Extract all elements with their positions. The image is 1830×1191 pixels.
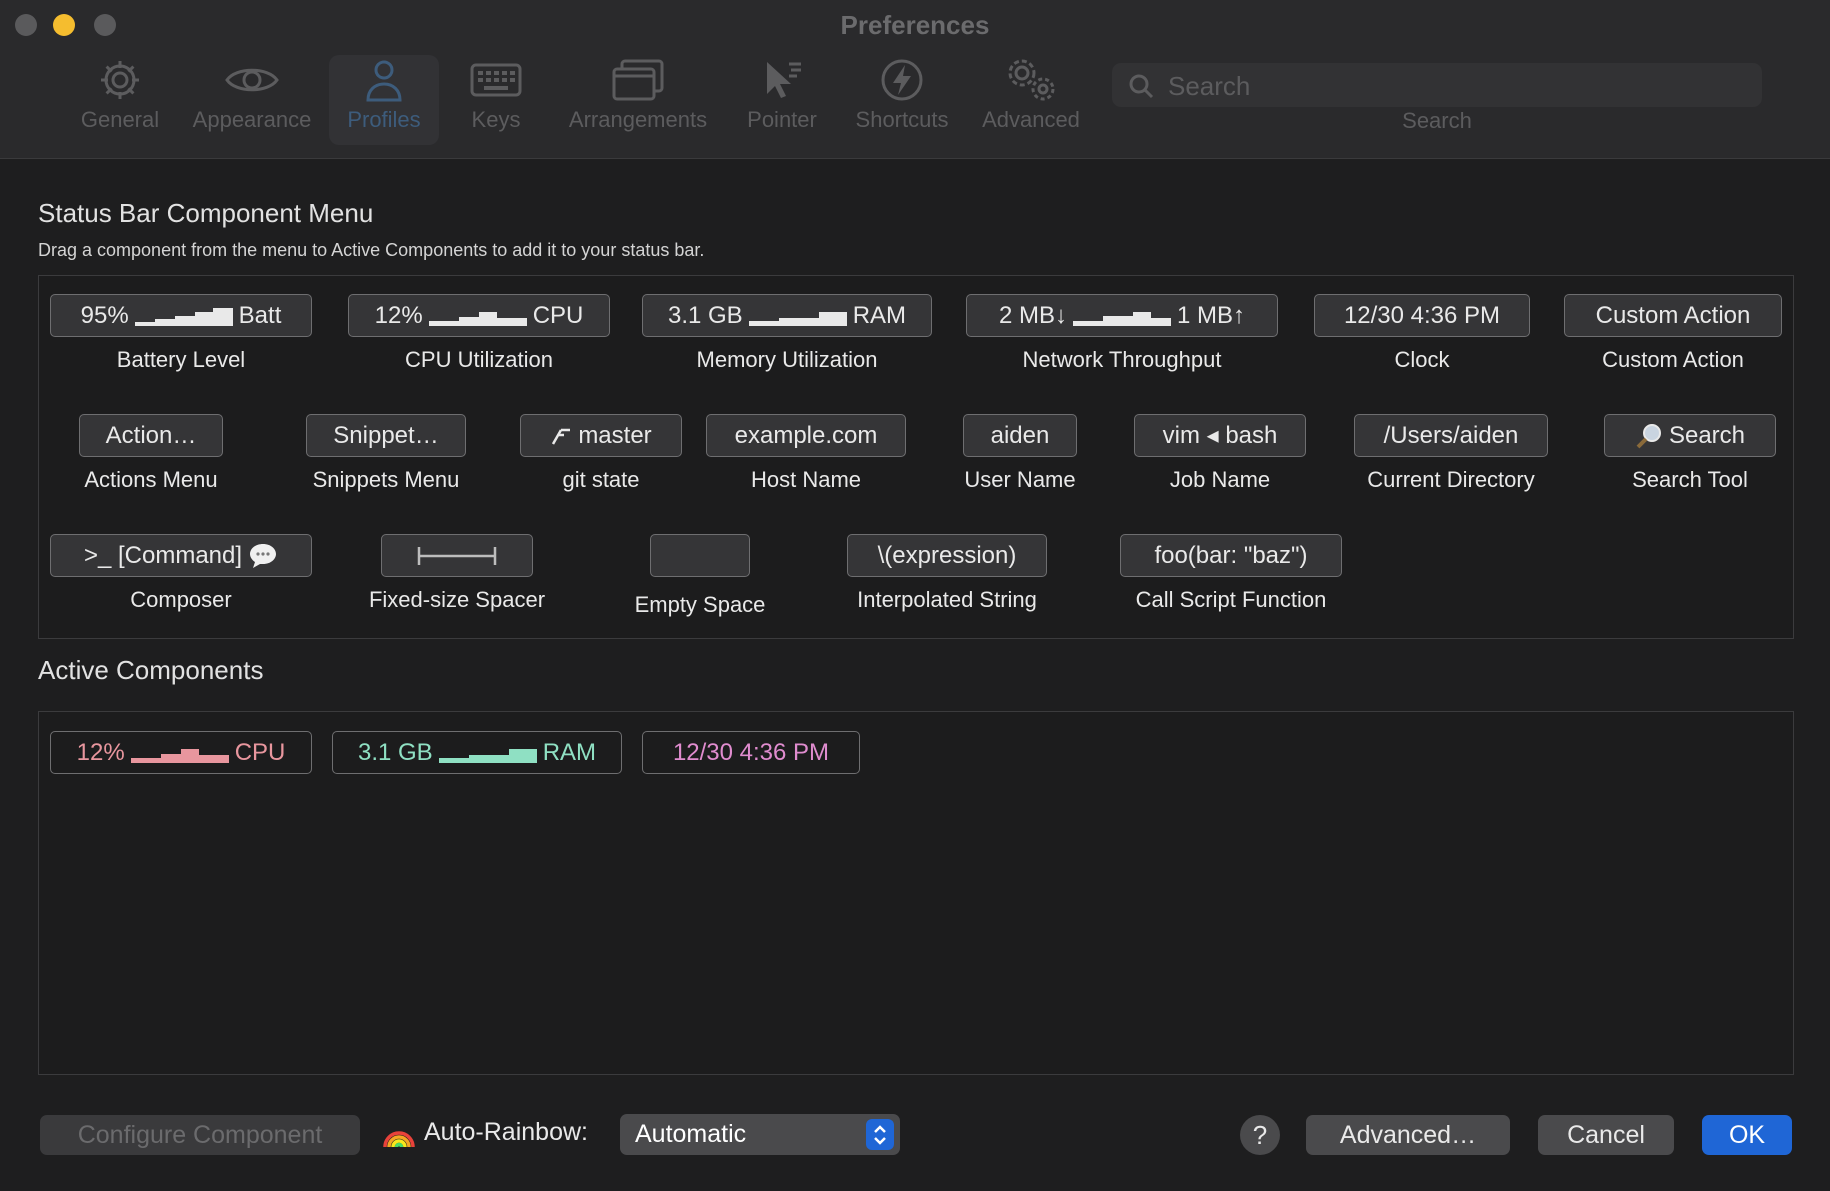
- active-component-ram[interactable]: 3.1 GB RAM: [332, 731, 622, 774]
- git-branch-icon: [552, 428, 571, 445]
- gear-icon: [68, 55, 172, 105]
- toolbar-item-arrangements[interactable]: Arrangements: [562, 55, 714, 145]
- select-chevrons-icon: [866, 1119, 894, 1150]
- component-job-name[interactable]: vim ◂ bash Job Name: [1134, 414, 1306, 493]
- memory-sparkline-icon: [438, 748, 537, 763]
- window-title: Preferences: [840, 10, 990, 40]
- battery-sparkline-icon: [134, 307, 233, 326]
- configure-component-button[interactable]: Configure Component: [40, 1115, 360, 1155]
- cpu-sparkline-icon: [130, 748, 229, 763]
- component-network-throughput[interactable]: 2 MB↓ 1 MB↑ Network Throughput: [966, 294, 1278, 373]
- component-memory-utilization[interactable]: 3.1 GB RAM Memory Utilization: [642, 294, 932, 373]
- toolbar-item-profiles[interactable]: Profiles: [329, 55, 439, 145]
- auto-rainbow-label: Auto-Rainbow:: [382, 1117, 588, 1147]
- active-component-clock[interactable]: 12/30 4:36 PM: [642, 731, 860, 774]
- toolbar-item-appearance[interactable]: Appearance: [186, 55, 318, 145]
- active-section-title: Active Components: [38, 655, 264, 685]
- component-host-name[interactable]: example.com Host Name: [706, 414, 906, 493]
- memory-sparkline-icon: [748, 311, 847, 326]
- menu-section-description: Drag a component from the menu to Active…: [38, 240, 705, 260]
- lightning-icon: [846, 55, 958, 105]
- active-component-cpu[interactable]: 12% CPU: [50, 731, 312, 774]
- component-search-tool[interactable]: Search Search Tool: [1598, 414, 1782, 493]
- component-call-script-function[interactable]: foo(bar: "baz") Call Script Function: [1120, 534, 1342, 613]
- search-icon: [1128, 73, 1154, 104]
- toolbar-item-advanced[interactable]: Advanced: [976, 55, 1086, 145]
- component-battery-level[interactable]: 95% Batt Battery Level: [50, 294, 312, 373]
- menu-section-title: Status Bar Component Menu: [38, 198, 374, 228]
- rainbow-icon: [383, 1131, 415, 1147]
- cursor-icon: [740, 55, 824, 105]
- component-user-name[interactable]: aiden User Name: [950, 414, 1090, 493]
- component-snippets-menu[interactable]: Snippet… Snippets Menu: [300, 414, 472, 493]
- magnifier-icon: [1636, 423, 1661, 448]
- search-input[interactable]: [1166, 68, 1750, 104]
- auto-rainbow-select[interactable]: Automatic: [620, 1114, 900, 1155]
- toolbar-item-shortcuts[interactable]: Shortcuts: [846, 55, 958, 145]
- component-actions-menu[interactable]: Action… Actions Menu: [60, 414, 242, 493]
- search-box[interactable]: [1112, 63, 1762, 107]
- component-clock[interactable]: 12/30 4:36 PM Clock: [1314, 294, 1530, 373]
- toolbar-item-pointer[interactable]: Pointer: [740, 55, 824, 145]
- fixed-spacer-icon: [417, 546, 497, 565]
- ok-button[interactable]: OK: [1702, 1115, 1792, 1155]
- network-sparkline-icon: [1073, 311, 1171, 326]
- speech-bubble-icon: [250, 543, 277, 568]
- cpu-sparkline-icon: [428, 311, 527, 326]
- component-interpolated-string[interactable]: \(expression) Interpolated String: [846, 534, 1048, 613]
- component-composer[interactable]: >_ [Command] Composer: [50, 534, 312, 613]
- cancel-button[interactable]: Cancel: [1538, 1115, 1674, 1155]
- titlebar: Preferences General Appearance Profiles …: [0, 0, 1830, 158]
- toolbar-item-general[interactable]: General: [68, 55, 172, 145]
- component-current-directory[interactable]: /Users/aiden Current Directory: [1352, 414, 1550, 493]
- component-cpu-utilization[interactable]: 12% CPU CPU Utilization: [348, 294, 610, 373]
- component-custom-action[interactable]: Custom Action Custom Action: [1564, 294, 1782, 373]
- toolbar-item-keys[interactable]: Keys: [454, 55, 538, 145]
- help-button[interactable]: ?: [1240, 1115, 1280, 1155]
- search-label: Search: [1402, 108, 1472, 133]
- gears-icon: [976, 55, 1086, 105]
- component-git-state[interactable]: master git state: [520, 414, 682, 493]
- window-stack-icon: [562, 55, 714, 105]
- component-fixed-size-spacer[interactable]: Fixed-size Spacer: [350, 534, 564, 613]
- advanced-button[interactable]: Advanced…: [1306, 1115, 1510, 1155]
- eye-icon: [186, 55, 318, 105]
- person-icon: [329, 55, 439, 105]
- keyboard-icon: [454, 55, 538, 105]
- component-empty-space[interactable]: Empty Space: [620, 534, 780, 618]
